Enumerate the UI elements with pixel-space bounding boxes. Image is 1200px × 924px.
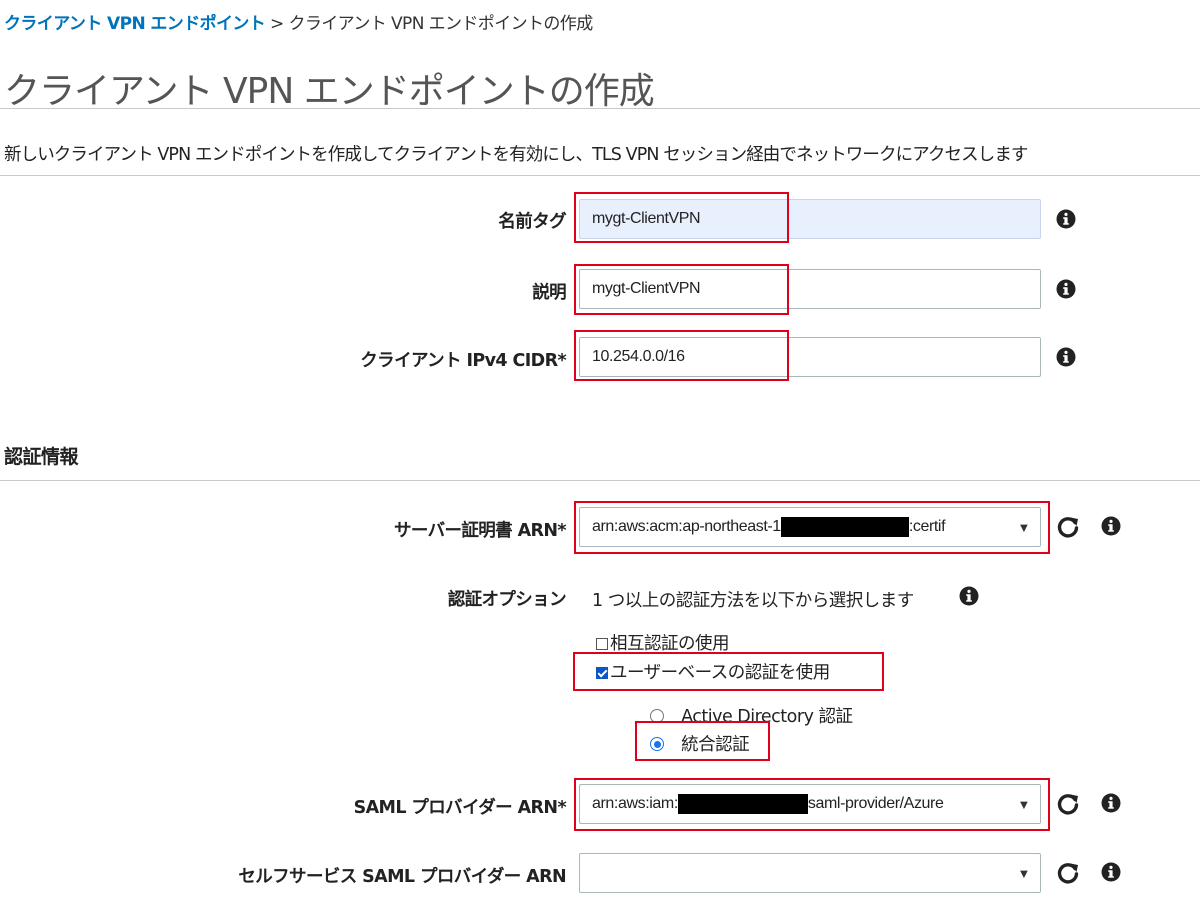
mutual-auth-checkbox[interactable]: [596, 638, 608, 650]
server-cert-label: サーバー証明書 ARN*: [393, 521, 567, 541]
breadcrumb-link-client-vpn-endpoints[interactable]: クライアント VPN エンドポイント: [4, 14, 266, 34]
refresh-icon[interactable]: [1056, 861, 1080, 885]
info-icon[interactable]: [1101, 793, 1121, 813]
client-cidr-highlight: [574, 330, 789, 381]
info-icon[interactable]: [1056, 279, 1076, 299]
info-icon[interactable]: [1101, 516, 1121, 536]
mutual-auth-label: 相互認証の使用: [610, 634, 730, 654]
info-icon[interactable]: [959, 586, 979, 606]
chevron-down-icon: ▼: [1017, 865, 1031, 881]
auth-option-hint: 1 つ以上の認証方法を以下から選択します: [592, 591, 914, 611]
auth-option-label: 認証オプション: [447, 590, 567, 610]
description-label: 説明: [532, 283, 566, 303]
description-divider: [0, 175, 1200, 176]
federated-auth-highlight: [635, 721, 770, 761]
refresh-icon[interactable]: [1056, 792, 1080, 816]
user-based-auth-highlight: [573, 652, 884, 691]
page-title: クライアント VPN エンドポイントの作成: [4, 71, 655, 112]
saml-provider-highlight: [574, 778, 1050, 831]
info-icon[interactable]: [1101, 862, 1121, 882]
auth-section-divider: [0, 480, 1200, 481]
page-description: 新しいクライアント VPN エンドポイントを作成してクライアントを有効にし、TL…: [4, 145, 1028, 165]
name-tag-label: 名前タグ: [498, 212, 566, 232]
self-service-saml-label: セルフサービス SAML プロバイダー ARN: [238, 867, 566, 887]
self-service-saml-select[interactable]: ▼: [579, 853, 1041, 893]
info-icon[interactable]: [1056, 209, 1076, 229]
title-divider: [0, 108, 1200, 109]
saml-provider-label: SAML プロバイダー ARN*: [353, 798, 567, 818]
auth-section-title: 認証情報: [4, 446, 79, 468]
server-cert-highlight: [574, 501, 1050, 554]
description-highlight: [574, 264, 789, 315]
refresh-icon[interactable]: [1056, 515, 1080, 539]
breadcrumb: クライアント VPN エンドポイント > クライアント VPN エンドポイントの…: [4, 9, 593, 34]
name-tag-highlight: [574, 192, 789, 243]
breadcrumb-current: クライアント VPN エンドポイントの作成: [288, 14, 593, 34]
breadcrumb-separator: >: [270, 14, 284, 34]
info-icon[interactable]: [1056, 347, 1076, 367]
client-cidr-label: クライアント IPv4 CIDR*: [360, 351, 566, 371]
